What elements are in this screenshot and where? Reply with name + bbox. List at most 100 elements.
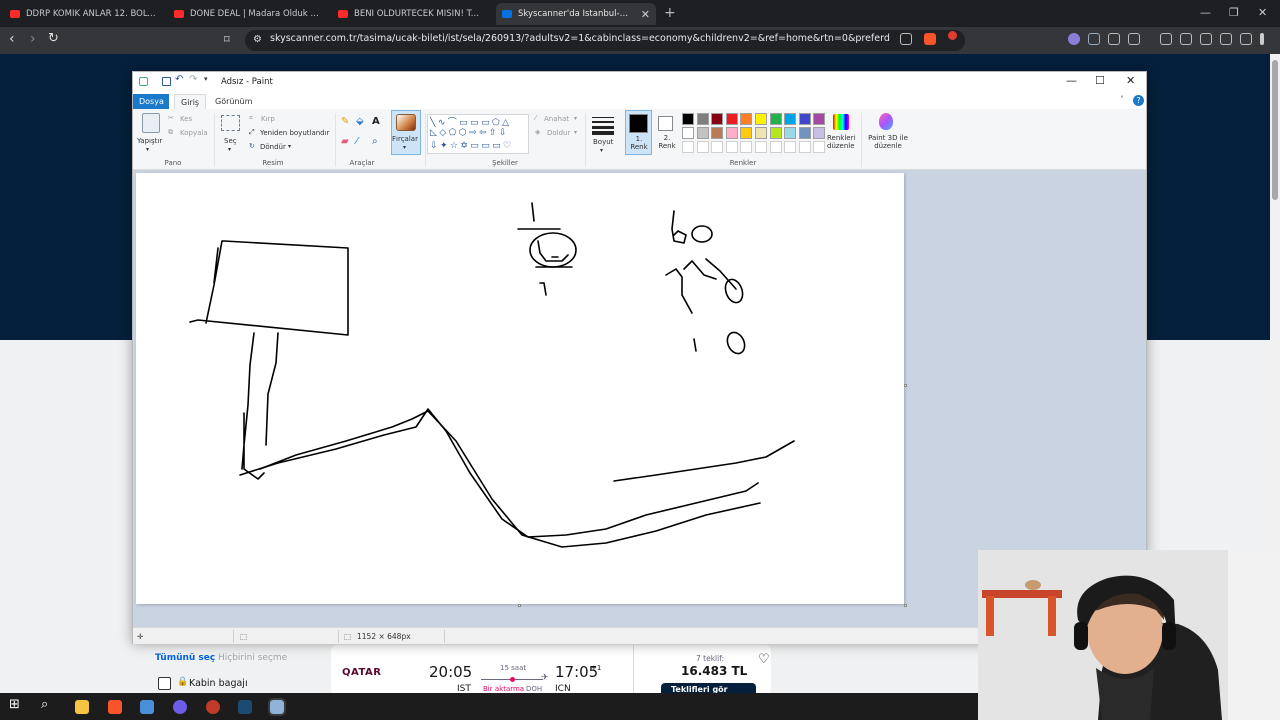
wallet-icon[interactable]	[1200, 33, 1212, 45]
edit-colors-icon[interactable]	[833, 114, 849, 130]
heart-icon[interactable]: ♡	[758, 652, 770, 667]
palette-swatch-empty[interactable]	[784, 141, 797, 153]
select-button[interactable]: Seç	[224, 137, 237, 145]
paint-taskbar-icon[interactable]	[268, 698, 286, 716]
vpn-icon[interactable]	[1088, 33, 1100, 45]
outline-icon[interactable]: ⁄	[535, 114, 536, 122]
screenshot-icon[interactable]	[1128, 33, 1140, 45]
select-none-link[interactable]: Hiçbirini seçme	[218, 653, 287, 663]
palette-swatch-empty[interactable]	[769, 141, 782, 153]
resize-handle[interactable]	[904, 604, 907, 607]
palette-swatch[interactable]	[798, 113, 811, 125]
outline-button[interactable]: Anahat	[544, 115, 569, 123]
brave-shield-icon[interactable]	[924, 33, 936, 45]
start-icon[interactable]: ⊞	[9, 697, 23, 712]
rotate-dropdown-icon[interactable]: ▾	[288, 143, 291, 150]
paint3d-icon[interactable]	[879, 113, 893, 130]
fill-icon[interactable]: ⬙	[356, 116, 364, 127]
extension-icon[interactable]	[1068, 33, 1080, 45]
url-text[interactable]: skyscanner.com.tr/tasima/ucak-bileti/ist…	[270, 33, 890, 44]
palette-swatch[interactable]	[755, 127, 767, 139]
magnifier-icon[interactable]: ⌕	[372, 136, 378, 147]
color2-button[interactable]: 2. Renk	[654, 110, 681, 155]
close-tab-icon[interactable]: ✕	[641, 8, 650, 21]
redo-icon[interactable]: ↷	[189, 74, 197, 85]
new-tab-icon[interactable]: +	[664, 5, 676, 21]
size-icon[interactable]	[592, 116, 614, 135]
select-all-link[interactable]: Tümünü seç	[155, 653, 215, 663]
paint3d-button[interactable]: Paint 3D ile düzenle	[866, 134, 910, 150]
palette-swatch[interactable]	[769, 127, 782, 139]
palette-swatch[interactable]	[798, 127, 811, 139]
palette-swatch[interactable]	[696, 113, 709, 125]
palette-swatch[interactable]	[682, 127, 694, 139]
palette-swatch-empty[interactable]	[813, 141, 826, 153]
help-icon[interactable]: ?	[1133, 95, 1144, 106]
fill-shape-button[interactable]: Doldur	[547, 129, 570, 137]
text-icon[interactable]: A	[372, 116, 380, 127]
menu-icon[interactable]	[1260, 33, 1264, 45]
reload-icon[interactable]: ↻	[48, 31, 59, 46]
resize-button[interactable]: Yeniden boyutlandır	[260, 129, 329, 137]
save-icon[interactable]	[162, 77, 171, 86]
search-icon[interactable]: ⌕	[41, 697, 55, 712]
tab-file[interactable]: Dosya	[133, 94, 169, 109]
drawing-canvas[interactable]	[136, 173, 904, 604]
tab-view[interactable]: Görünüm	[209, 94, 258, 109]
eraser-icon[interactable]: ▰	[341, 136, 349, 147]
brushes-button[interactable]: Fırçalar ▾	[391, 110, 421, 155]
outline-dropdown-icon[interactable]: ▾	[574, 115, 577, 122]
palette-swatch-empty[interactable]	[696, 141, 709, 153]
page-scrollbar-thumb[interactable]	[1272, 60, 1278, 200]
paste-dropdown-icon[interactable]: ▾	[146, 146, 149, 153]
palette-swatch[interactable]	[813, 113, 826, 125]
paint-close-icon[interactable]: ✕	[1126, 74, 1135, 87]
palette-swatch-empty[interactable]	[682, 141, 694, 153]
edit-colors-button[interactable]: Renkleri düzenle	[827, 134, 857, 150]
close-window-icon[interactable]: ✕	[1258, 6, 1267, 19]
palette-swatch-empty[interactable]	[711, 141, 724, 153]
palette-swatch-empty[interactable]	[740, 141, 753, 153]
ai-icon[interactable]	[1220, 33, 1232, 45]
rotate-icon[interactable]: ↻	[249, 142, 255, 150]
rotate-button[interactable]: Döndür	[260, 143, 286, 151]
resize-handle[interactable]	[518, 604, 521, 607]
back-icon[interactable]: ‹	[9, 31, 15, 47]
palette-swatch[interactable]	[740, 127, 753, 139]
copy-button[interactable]: Kopyala	[180, 129, 208, 137]
palette-swatch[interactable]	[711, 113, 724, 125]
browser-tab-active[interactable]: Skyscanner'da İstanbul-Seul arası ✕	[496, 3, 656, 25]
select-dropdown-icon[interactable]: ▾	[228, 146, 231, 153]
app-icon[interactable]	[140, 700, 154, 714]
bookmark-icon[interactable]: ⌑	[224, 33, 230, 46]
browser-tab[interactable]: DDRP KOMİK ANLAR 12. BÖLÜM VE	[4, 3, 164, 25]
shapes-row-2[interactable]: ◺◇⬠⬡⇨⇦⇧⇩	[430, 128, 509, 138]
palette-swatch[interactable]	[711, 127, 724, 139]
minimize-icon[interactable]: —	[1200, 6, 1211, 19]
fill-dropdown-icon[interactable]: ▾	[574, 129, 577, 136]
obs-icon[interactable]	[173, 700, 187, 714]
forward-icon[interactable]: ›	[30, 31, 36, 47]
shapes-row-1[interactable]: ╲∿⌒▭▭▭⬠△	[430, 115, 511, 128]
palette-swatch[interactable]	[769, 113, 782, 125]
customize-quick-access-icon[interactable]: ▾	[204, 75, 208, 83]
cabin-bag-checkbox[interactable]	[158, 677, 171, 690]
sidebar-icon[interactable]	[1180, 33, 1192, 45]
palette-swatch[interactable]	[740, 113, 753, 125]
color1-button[interactable]: 1. Renk	[625, 110, 652, 155]
ribbon-collapse-icon[interactable]: ˄	[1120, 95, 1124, 104]
palette-swatch[interactable]	[813, 127, 826, 139]
shapes-gallery[interactable]: ╲∿⌒▭▭▭⬠△ ◺◇⬠⬡⇨⇦⇧⇩ ⇩✦☆✡▭▭▭♡	[427, 114, 529, 154]
share-icon[interactable]	[900, 33, 912, 45]
steam-icon[interactable]	[238, 700, 252, 714]
brave-icon[interactable]	[108, 700, 122, 714]
fill-shape-icon[interactable]: ◈	[535, 128, 540, 136]
restore-icon[interactable]: ❐	[1229, 6, 1239, 19]
palette-swatch-empty[interactable]	[798, 141, 811, 153]
shield-icon[interactable]	[1240, 33, 1252, 45]
resize-icon[interactable]: ⤢	[249, 128, 255, 137]
paint-minimize-icon[interactable]: —	[1066, 74, 1077, 87]
crop-icon[interactable]: ⌗	[249, 114, 253, 123]
palette-swatch-empty[interactable]	[755, 141, 767, 153]
size-button[interactable]: Boyut	[593, 138, 613, 146]
